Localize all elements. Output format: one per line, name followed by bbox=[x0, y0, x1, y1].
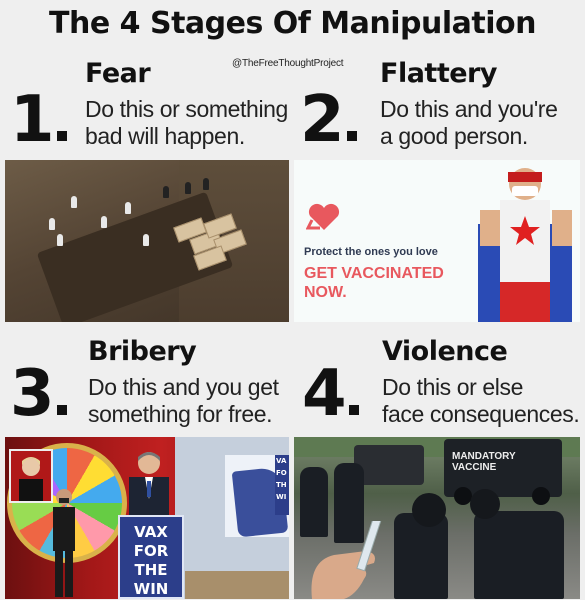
person-figure bbox=[53, 489, 75, 597]
bribery-photo: VA FO TH WI VAX FOR THE WIN bbox=[5, 437, 289, 599]
truck-label-line: VACCINE bbox=[452, 462, 497, 473]
truck-wheel bbox=[532, 487, 550, 505]
worker-figure bbox=[57, 234, 63, 246]
stage-desc-violence: Do this or else face consequences. bbox=[382, 374, 582, 428]
ad-call-to-action: GET VACCINATED NOW. bbox=[304, 265, 444, 301]
stage-desc-line: Do this and you get bbox=[88, 374, 279, 400]
armored-vehicle bbox=[354, 445, 424, 485]
worker-figure bbox=[49, 218, 55, 230]
armored-truck: MANDATORY VACCINE bbox=[444, 439, 562, 505]
stage-desc-line: Do this or something bbox=[85, 96, 288, 122]
superhero-kid-image bbox=[478, 168, 572, 322]
stage-name-bribery: Bribery bbox=[88, 336, 197, 367]
stage-desc-fear: Do this or something bad will happen. bbox=[85, 96, 305, 150]
worker-figure bbox=[125, 202, 131, 214]
worker-figure bbox=[71, 196, 77, 208]
podium-word: WIN bbox=[133, 580, 169, 598]
stage-desc-bribery: Do this and you get something for free. bbox=[88, 374, 308, 428]
violence-photo: MANDATORY VACCINE bbox=[294, 437, 580, 599]
side-sign: VA FO TH WI bbox=[275, 455, 289, 515]
stage-desc-line: face consequences. bbox=[382, 401, 580, 427]
worker-figure bbox=[101, 216, 107, 228]
podium-sign: VAX FOR THE WIN bbox=[120, 523, 182, 599]
sign-language-interpreter-inset bbox=[9, 449, 53, 503]
stage-desc-line: Do this and you're bbox=[380, 96, 558, 122]
riot-helmet bbox=[412, 493, 446, 527]
stage-number-2: 2 bbox=[300, 88, 357, 152]
stage-number-3: 3 bbox=[10, 362, 67, 426]
stage-desc-line: bad will happen. bbox=[85, 123, 245, 149]
stage-desc-line: a good person. bbox=[380, 123, 528, 149]
stage-desc-flattery: Do this and you're a good person. bbox=[380, 96, 580, 150]
flattery-ad: Protect the ones you love GET VACCINATED… bbox=[294, 160, 580, 322]
stage-name-flattery: Flattery bbox=[380, 58, 497, 89]
interpreter-figure bbox=[19, 457, 43, 501]
syringe-hand-image bbox=[311, 521, 384, 599]
stage-name-violence: Violence bbox=[382, 336, 508, 367]
ad-tagline: Protect the ones you love bbox=[304, 246, 438, 258]
worker-figure bbox=[185, 182, 191, 194]
worker-figure bbox=[163, 186, 169, 198]
fear-photo bbox=[5, 160, 289, 322]
credit-handle: @TheFreeThoughtProject bbox=[232, 58, 344, 69]
officer-figure bbox=[474, 511, 564, 599]
table bbox=[185, 571, 289, 599]
stage-number-1: 1 bbox=[10, 88, 67, 152]
stage-number-4: 4 bbox=[302, 362, 359, 426]
podium-word: VAX bbox=[134, 523, 168, 541]
heart-hand-icon bbox=[306, 203, 340, 230]
helmet bbox=[470, 489, 500, 519]
page-title: The 4 Stages Of Manipulation bbox=[49, 6, 536, 41]
stage-desc-line: something for free. bbox=[88, 401, 273, 427]
podium-word: FOR bbox=[133, 542, 169, 560]
stage-name-fear: Fear bbox=[85, 58, 151, 89]
stage-desc-line: Do this or else bbox=[382, 374, 524, 400]
podium-word: THE bbox=[134, 561, 168, 579]
worker-figure bbox=[203, 178, 209, 190]
truck-label: MANDATORY VACCINE bbox=[452, 451, 516, 473]
worker-figure bbox=[143, 234, 149, 246]
podium: VAX FOR THE WIN bbox=[118, 515, 184, 599]
truck-label-line: MANDATORY bbox=[452, 451, 516, 462]
